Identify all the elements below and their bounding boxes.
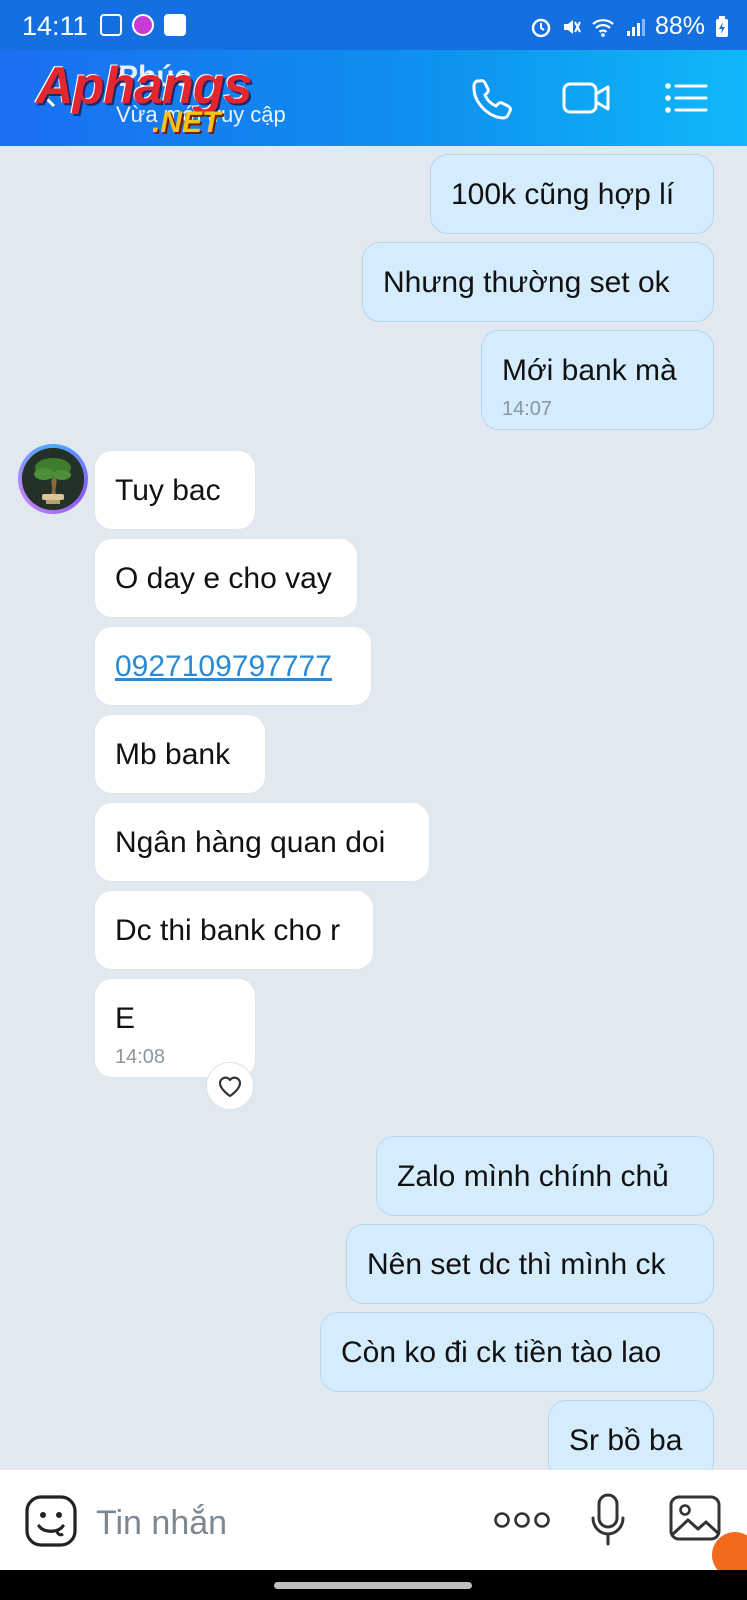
message-bubble-incoming[interactable]: Ngân hàng quan doi: [94, 802, 430, 882]
chat-header: Phúc Vừa mới truy cập Aphangs .NET: [0, 50, 747, 146]
more-dots-icon[interactable]: [492, 1506, 552, 1534]
message-bubble-outgoing[interactable]: Nhưng thường set ok: [362, 242, 714, 322]
gallery-notification-icon: [100, 14, 122, 36]
message-text: Mb bank: [115, 738, 231, 771]
message-text: Sr bồ ba: [569, 1424, 683, 1457]
message-text: Mới bank mà: [502, 354, 677, 387]
message-text: Zalo mình chính chủ: [397, 1160, 669, 1193]
message-text: O day e cho vay: [115, 562, 332, 595]
message-bubble-outgoing[interactable]: 100k cũng hợp lí: [430, 154, 714, 234]
app-notification-icon: [132, 14, 154, 36]
avatar-image: [22, 448, 84, 510]
phone-icon[interactable]: [466, 72, 518, 124]
notification-icons: [100, 14, 186, 36]
microphone-icon[interactable]: [590, 1492, 626, 1548]
message-text: Ngân hàng quan doi: [115, 826, 386, 859]
contact-avatar[interactable]: [18, 444, 88, 514]
message-text: 100k cũng hợp lí: [451, 178, 675, 211]
status-bar: 14:11 88%: [0, 0, 747, 50]
system-navigation-bar: [0, 1570, 747, 1600]
message-input-bar: [0, 1470, 747, 1578]
image-icon[interactable]: [668, 1494, 722, 1542]
message-bubble-outgoing[interactable]: Nên set dc thì mình ck: [346, 1224, 714, 1304]
message-text: Nhưng thường set ok: [383, 266, 670, 299]
message-bubble-incoming[interactable]: 0927109797777: [94, 626, 372, 706]
phone-number-link[interactable]: 0927109797777: [115, 650, 332, 683]
message-bubble-incoming[interactable]: Tuy bac: [94, 450, 256, 530]
message-text: Còn ko đi ck tiền tào lao: [341, 1336, 662, 1369]
sticker-face-icon[interactable]: [24, 1494, 78, 1548]
status-time: 14:11: [22, 11, 88, 41]
message-text: E: [115, 1002, 136, 1035]
system-icons: 88%: [531, 12, 729, 41]
message-text: Nên set dc thì mình ck: [367, 1248, 666, 1281]
bonsai-tree-icon: [22, 448, 84, 510]
heart-icon: [218, 1076, 242, 1098]
message-bubble-outgoing[interactable]: Mới bank mà 14:07: [481, 330, 714, 430]
watermark-logo: Aphangs .NET: [36, 56, 276, 140]
wifi-icon: [592, 18, 614, 37]
signal-icon: [626, 18, 645, 36]
task-notification-icon: [164, 14, 186, 36]
message-bubble-incoming[interactable]: Dc thi bank cho r: [94, 890, 374, 970]
video-camera-icon[interactable]: [560, 72, 612, 124]
message-time: 14:07: [502, 398, 553, 420]
home-gesture-pill[interactable]: [274, 1582, 472, 1589]
message-text: Tuy bac: [115, 474, 221, 507]
message-bubble-outgoing[interactable]: Zalo mình chính chủ: [376, 1136, 714, 1216]
message-list[interactable]: 100k cũng hợp lí Nhưng thường set ok Mới…: [0, 146, 747, 1470]
battery-icon: [716, 15, 728, 37]
message-input[interactable]: [94, 1500, 458, 1546]
message-bubble-incoming[interactable]: O day e cho vay: [94, 538, 358, 618]
message-text: Dc thi bank cho r: [115, 914, 341, 947]
message-bubble-outgoing[interactable]: Còn ko đi ck tiền tào lao: [320, 1312, 714, 1392]
mute-icon: [563, 19, 581, 34]
reaction-button[interactable]: [206, 1062, 254, 1110]
message-bubble-incoming[interactable]: Mb bank: [94, 714, 266, 794]
battery-level: 88%: [654, 12, 705, 40]
alarm-icon: [531, 18, 551, 37]
list-menu-icon[interactable]: [660, 72, 712, 124]
message-bubble-outgoing[interactable]: Sr bồ ba: [548, 1400, 714, 1470]
watermark-domain: .NET: [152, 106, 221, 139]
